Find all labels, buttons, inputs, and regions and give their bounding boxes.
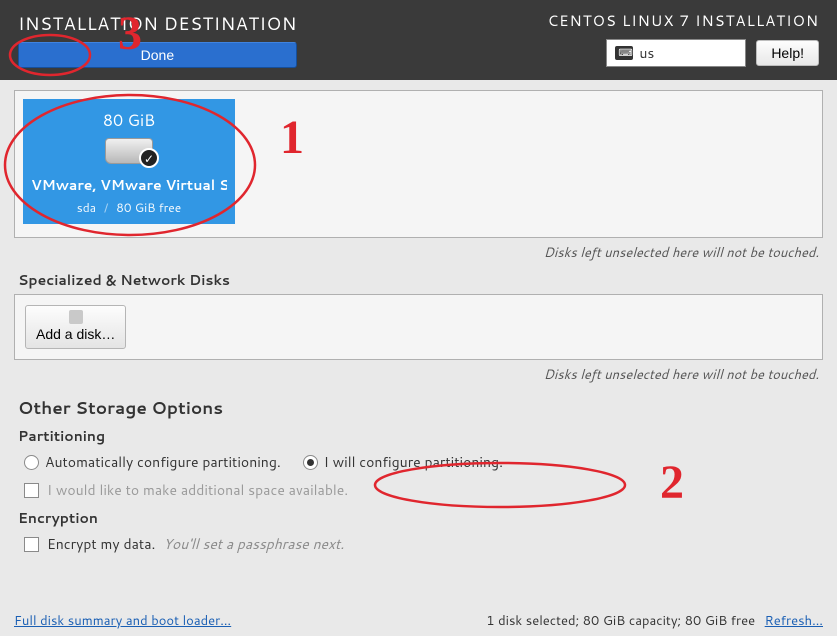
partitioning-label: Partitioning	[18, 426, 823, 446]
disk-size: 80 GiB	[31, 109, 227, 132]
keyboard-icon: ⌨	[615, 46, 633, 60]
footer-bar: Full disk summary and boot loader… 1 dis…	[14, 612, 823, 630]
refresh-link[interactable]: Refresh…	[765, 612, 823, 630]
encrypt-hint: You'll set a passphrase next.	[163, 534, 344, 554]
disk-add-icon	[69, 310, 83, 324]
disk-free: 80 GiB free	[116, 199, 181, 216]
hdd-icon: ✓	[105, 138, 153, 164]
add-disk-label: Add a disk…	[36, 326, 115, 342]
done-button[interactable]: Done	[18, 42, 297, 68]
keyboard-layout-value: us	[639, 43, 654, 63]
checkbox-extra-space: I would like to make additional space av…	[24, 480, 823, 500]
add-disk-button[interactable]: Add a disk…	[25, 305, 126, 349]
network-disks-hint: Disks left unselected here will not be t…	[14, 360, 823, 386]
help-button[interactable]: Help!	[756, 40, 819, 66]
radio-manual-partitioning[interactable]: I will configure partitioning.	[303, 452, 503, 472]
local-disks-panel: 80 GiB ✓ VMware, VMware Virtual S sda / …	[14, 90, 823, 238]
page-title: INSTALLATION DESTINATION	[18, 10, 297, 36]
encryption-label: Encryption	[18, 508, 823, 528]
app-title: CENTOS LINUX 7 INSTALLATION	[548, 10, 819, 31]
disk-card[interactable]: 80 GiB ✓ VMware, VMware Virtual S sda / …	[23, 99, 235, 224]
disks-hint: Disks left unselected here will not be t…	[14, 238, 823, 264]
radio-auto-partitioning[interactable]: Automatically configure partitioning.	[24, 452, 281, 472]
network-disks-label: Specialized & Network Disks	[18, 270, 823, 290]
radio-manual-label: I will configure partitioning.	[324, 452, 503, 472]
network-disks-panel: Add a disk…	[14, 294, 823, 360]
radio-icon	[24, 455, 39, 470]
radio-icon-selected	[303, 455, 318, 470]
extra-space-label: I would like to make additional space av…	[47, 480, 348, 500]
check-icon: ✓	[139, 148, 159, 168]
header-bar: INSTALLATION DESTINATION Done CENTOS LIN…	[0, 0, 837, 80]
checkbox-icon	[24, 537, 39, 552]
keyboard-layout-selector[interactable]: ⌨ us	[606, 39, 746, 67]
footer-status: 1 disk selected; 80 GiB capacity; 80 GiB…	[486, 612, 755, 630]
storage-options-heading: Other Storage Options	[18, 396, 823, 420]
encrypt-label: Encrypt my data.	[47, 534, 155, 554]
checkbox-encrypt[interactable]: Encrypt my data. You'll set a passphrase…	[24, 534, 823, 554]
disk-name: VMware, VMware Virtual S	[31, 175, 227, 195]
checkbox-icon	[24, 483, 39, 498]
disk-summary-link[interactable]: Full disk summary and boot loader…	[14, 612, 231, 630]
radio-auto-label: Automatically configure partitioning.	[45, 452, 281, 472]
disk-dev: sda	[77, 199, 96, 216]
